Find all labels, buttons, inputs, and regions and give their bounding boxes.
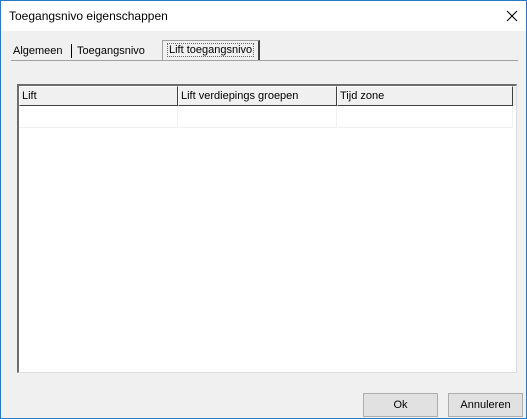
dialog-window: Toegangsnivo eigenschappen Algemeen Toeg… [0,0,527,419]
close-button[interactable] [498,1,526,31]
column-header-tijd-zone[interactable]: Tijd zone [337,86,513,106]
close-icon [506,10,518,22]
lift-list-view[interactable]: Lift Lift verdiepings groepen Tijd zone [17,84,517,373]
cell-lift[interactable] [19,106,178,128]
column-header-lift[interactable]: Lift [19,86,178,106]
tab-lift-toegangsnivo-label: Lift toegangsnivo [167,43,255,57]
tab-algemeen[interactable]: Algemeen [11,43,65,60]
button-bar: Ok Annuleren [1,385,526,418]
ok-button[interactable]: Ok [363,393,438,417]
list-header: Lift Lift verdiepings groepen Tijd zone [19,86,516,106]
cancel-button[interactable]: Annuleren [448,393,523,417]
table-row[interactable] [19,106,516,128]
tab-toegangsnivo[interactable]: Toegangsnivo [75,43,147,60]
tab-separator [71,44,72,58]
tab-lift-toegangsnivo[interactable]: Lift toegangsnivo [162,40,261,60]
tab-strip: Algemeen Toegangsnivo Lift toegangsnivo [11,39,518,61]
column-header-lift-verdiepings-groepen[interactable]: Lift verdiepings groepen [178,86,337,106]
title-bar[interactable]: Toegangsnivo eigenschappen [1,1,526,31]
cell-tijd-zone[interactable] [337,106,513,128]
window-title: Toegangsnivo eigenschappen [9,9,168,23]
cell-lift-verdiepings-groepen[interactable] [178,106,337,128]
